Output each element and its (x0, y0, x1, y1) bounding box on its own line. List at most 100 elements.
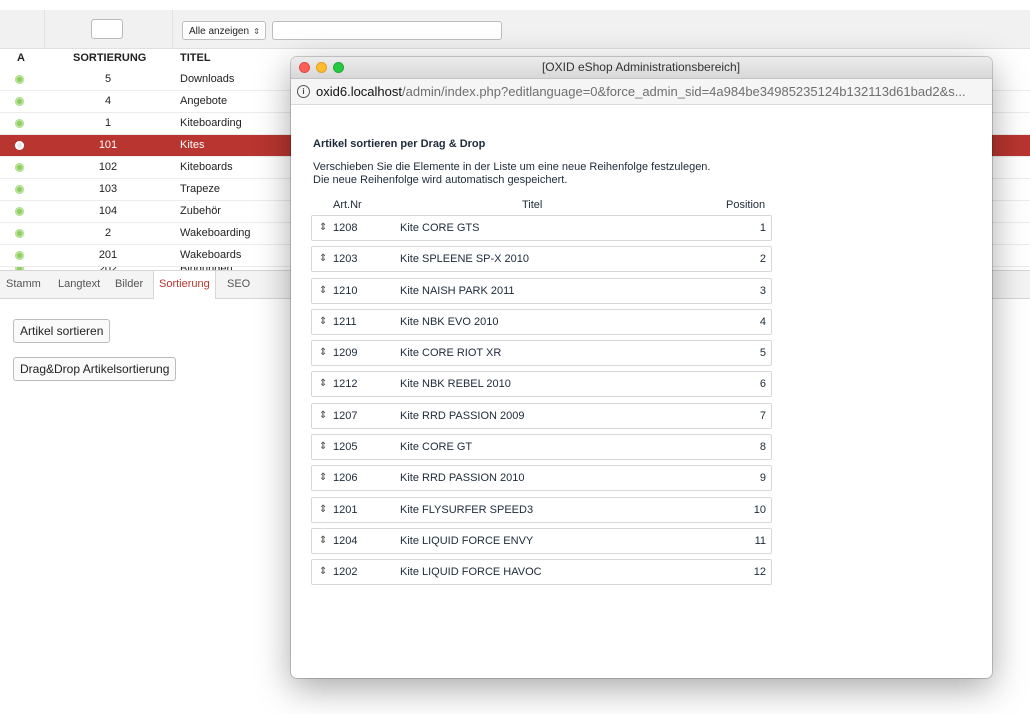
article-number: 1208 (333, 222, 358, 234)
row-sort-value: 101 (98, 139, 118, 151)
address-bar[interactable]: i oxid6.localhost/admin/index.php?editla… (291, 79, 992, 105)
article-number: 1203 (333, 253, 358, 266)
article-position: 3 (759, 284, 766, 297)
row-title[interactable]: Wakeboarding (180, 223, 251, 244)
tab-bilder[interactable]: Bilder (115, 271, 143, 298)
sortable-row[interactable]: ⇕ 1210 Kite NAISH PARK 2011 3 (311, 277, 772, 304)
info-icon[interactable]: i (297, 85, 310, 98)
drag-handle-icon[interactable]: ⇕ (319, 404, 327, 428)
drag-handle-icon[interactable]: ⇕ (319, 372, 327, 396)
article-number: 1201 (333, 503, 358, 516)
minimize-window-icon[interactable] (316, 62, 327, 73)
window-title: [OXID eShop Administrationsbereich] (541, 60, 741, 74)
tab-sortierung[interactable]: Sortierung (153, 271, 216, 299)
drag-handle-icon[interactable]: ⇕ (319, 466, 327, 490)
article-position: 5 (759, 347, 766, 360)
tab-stamm[interactable]: Stamm (6, 271, 41, 298)
active-status-icon (15, 251, 24, 260)
sortable-row[interactable]: ⇕ 1207 Kite RRD PASSION 2009 7 (311, 402, 772, 429)
title-filter-input[interactable] (272, 21, 502, 40)
article-number: 1212 (333, 378, 358, 391)
sortable-row[interactable]: ⇕ 1203 Kite SPLEENE SP-X 2010 2 (311, 246, 772, 273)
sortable-row[interactable]: ⇕ 1204 Kite LIQUID FORCE ENVY 11 (311, 527, 772, 554)
title-filter-select[interactable]: Alle anzeigen ⇕ (182, 21, 266, 40)
drag-handle-icon[interactable]: ⇕ (319, 341, 327, 365)
article-title: Kite RRD PASSION 2010 (400, 472, 525, 485)
row-title[interactable]: Trapeze (180, 179, 220, 200)
column-header-sort[interactable]: SORTIERUNG (73, 52, 146, 64)
sortable-row[interactable]: ⇕ 1212 Kite NBK REBEL 2010 6 (311, 371, 772, 398)
row-title[interactable]: Kites (180, 135, 204, 156)
sortable-row[interactable]: ⇕ 1206 Kite RRD PASSION 2010 9 (311, 465, 772, 492)
row-sort-value: 104 (98, 205, 118, 217)
tab-seo[interactable]: SEO (227, 271, 250, 298)
column-header-title: Titel (522, 199, 543, 211)
row-sort-value: 1 (104, 117, 112, 129)
active-status-icon (15, 75, 24, 84)
article-position: 9 (759, 472, 766, 485)
article-title: Kite LIQUID FORCE ENVY (400, 534, 534, 547)
sortable-row[interactable]: ⇕ 1208 Kite CORE GTS 1 (311, 215, 772, 241)
article-title: Kite RRD PASSION 2009 (400, 409, 525, 422)
sortable-row[interactable]: ⇕ 1211 Kite NBK EVO 2010 4 (311, 308, 772, 335)
top-strip (0, 0, 1030, 10)
article-position: 12 (753, 566, 766, 579)
row-title[interactable]: Downloads (180, 69, 234, 90)
tab-langtext[interactable]: Langtext (58, 271, 100, 298)
url-text[interactable]: oxid6.localhost/admin/index.php?editlang… (316, 79, 986, 104)
active-status-icon (15, 119, 24, 128)
row-title[interactable]: Wakeboards (180, 245, 241, 266)
drag-handle-icon[interactable]: ⇕ (319, 435, 327, 459)
drag-handle-icon[interactable]: ⇕ (319, 310, 327, 334)
column-header-active[interactable]: A (17, 52, 25, 64)
active-status-icon (15, 163, 24, 172)
article-number: 1211 (333, 315, 357, 328)
sort-articles-button[interactable]: Artikel sortieren (13, 319, 111, 343)
select-arrows-icon: ⇕ (253, 27, 260, 36)
sortable-row[interactable]: ⇕ 1202 Kite LIQUID FORCE HAVOC 12 (311, 559, 772, 586)
sortable-row[interactable]: ⇕ 1201 Kite FLYSURFER SPEED3 10 (311, 496, 772, 523)
sortable-row[interactable]: ⇕ 1205 Kite CORE GT 8 (311, 434, 772, 461)
article-number: 1205 (333, 441, 358, 454)
article-title: Kite NBK EVO 2010 (400, 315, 499, 328)
column-header-art-nr: Art.Nr (333, 199, 362, 211)
article-position: 1 (759, 222, 766, 234)
drag-drop-sort-button[interactable]: Drag&Drop Artikelsortierung (13, 357, 177, 381)
sort-filter-input[interactable] (91, 19, 123, 39)
row-title[interactable]: Kiteboards (180, 157, 233, 178)
sort-popup-window: [OXID eShop Administrationsbereich] i ox… (291, 57, 992, 678)
row-sort-value: 2 (104, 227, 112, 239)
article-title: Kite SPLEENE SP-X 2010 (400, 253, 530, 266)
drag-handle-icon[interactable]: ⇕ (319, 560, 327, 584)
drag-handle-icon[interactable]: ⇕ (319, 498, 327, 522)
sortable-article-list: ⇕ 1208 Kite CORE GTS 1 ⇕ 1203 Kite SPLEE… (311, 215, 772, 591)
popup-description-line2: Die neue Reihenfolge wird automatisch ge… (313, 174, 568, 186)
article-title: Kite CORE RIOT XR (400, 347, 502, 360)
window-titlebar[interactable]: [OXID eShop Administrationsbereich] (291, 57, 992, 79)
maximize-window-icon[interactable] (333, 62, 344, 73)
row-title[interactable]: Zubehör (180, 201, 221, 222)
article-position: 2 (759, 253, 766, 266)
row-title[interactable]: Angebote (180, 91, 227, 112)
row-sort-value: 5 (104, 73, 112, 85)
row-sort-value: 103 (98, 183, 118, 195)
column-header-position: Position (726, 199, 766, 211)
drag-handle-icon[interactable]: ⇕ (319, 529, 327, 553)
drag-handle-icon[interactable]: ⇕ (319, 216, 327, 240)
active-status-icon (15, 185, 24, 194)
article-number: 1207 (333, 409, 358, 422)
sortable-row[interactable]: ⇕ 1209 Kite CORE RIOT XR 5 (311, 340, 772, 367)
article-title: Kite NAISH PARK 2011 (400, 284, 515, 297)
close-window-icon[interactable] (299, 62, 310, 73)
article-number: 1202 (333, 566, 358, 579)
article-title: Kite CORE GT (400, 441, 473, 454)
drag-handle-icon[interactable]: ⇕ (319, 247, 327, 271)
column-header-title[interactable]: TITEL (180, 52, 211, 64)
row-sort-value: 102 (98, 161, 118, 173)
article-position: 8 (759, 441, 766, 454)
article-number: 1204 (333, 534, 358, 547)
row-title[interactable]: Kiteboarding (180, 113, 242, 134)
drag-handle-icon[interactable]: ⇕ (319, 279, 327, 303)
active-status-icon (15, 141, 24, 150)
filter-row (0, 10, 1030, 49)
